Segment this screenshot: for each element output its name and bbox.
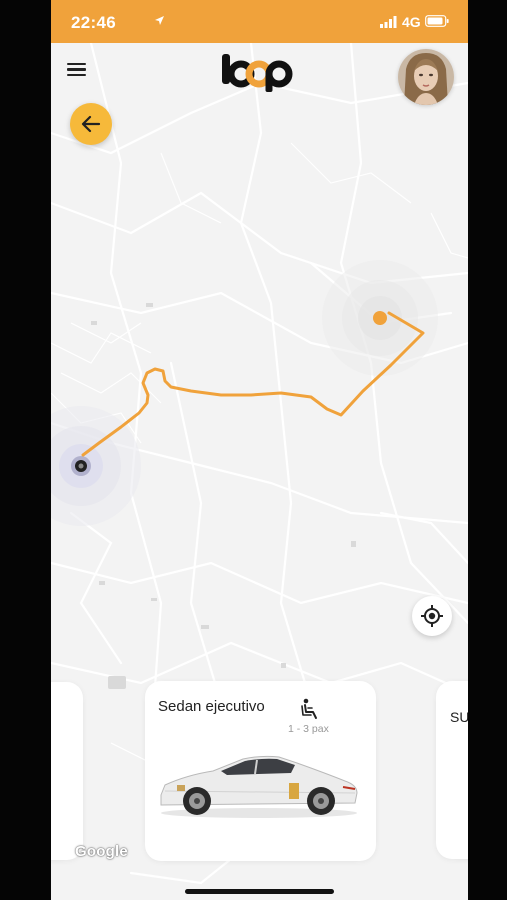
home-indicator[interactable] xyxy=(185,889,334,894)
sedan-car-image xyxy=(160,755,358,818)
phone-screen: 22:46 4G Sedan ejecutivo 1 - 3 pax SU Go… xyxy=(51,0,468,900)
google-attribution: Google xyxy=(75,843,128,860)
status-time: 22:46 xyxy=(71,13,116,32)
hamburger-menu-icon xyxy=(67,63,86,66)
signal-bars-icon xyxy=(380,16,397,28)
network-type: 4G xyxy=(402,14,421,30)
vehicle-card-next[interactable]: SU xyxy=(436,681,468,859)
destination-marker xyxy=(322,260,438,376)
loop-logo xyxy=(222,54,293,92)
vehicle-title: Sedan ejecutivo xyxy=(158,698,265,715)
back-button[interactable] xyxy=(70,103,112,145)
vehicle-card-sedan[interactable]: Sedan ejecutivo 1 - 3 pax xyxy=(145,681,376,861)
battery-icon xyxy=(425,15,449,27)
vehicle-card-previous[interactable] xyxy=(51,682,83,860)
device-bezel-right xyxy=(468,0,507,900)
crosshair-locate-icon xyxy=(421,605,443,627)
passenger-capacity: 1 - 3 pax xyxy=(288,723,329,735)
vehicle-title-next: SU xyxy=(450,709,468,725)
status-bar: 22:46 4G xyxy=(51,0,468,43)
avatar[interactable] xyxy=(398,49,454,105)
device-bezel-left xyxy=(0,0,51,900)
menu-button[interactable] xyxy=(67,60,91,82)
user-avatar-icon xyxy=(398,49,454,105)
my-location-button[interactable] xyxy=(412,596,452,636)
location-arrow-icon xyxy=(155,16,164,25)
car-seat-icon xyxy=(301,698,317,719)
arrow-left-icon xyxy=(81,115,101,133)
